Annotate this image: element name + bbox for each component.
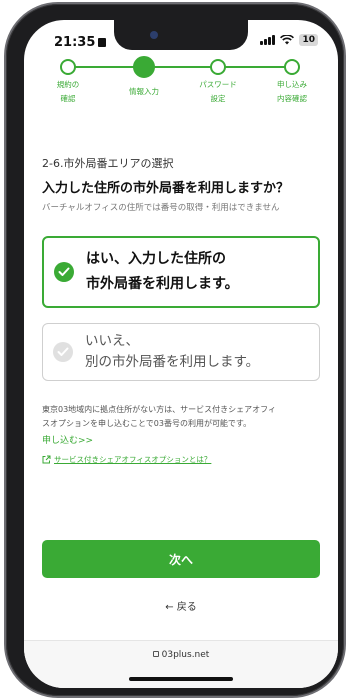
progress-stepper: 規約の 確認 情報入力 パスワード 設定 申し込み 内容確認	[24, 56, 338, 116]
option-2-label: いいえ、 別の市外局番を利用します。	[85, 333, 260, 370]
step-4-label: 申し込み 内容確認	[277, 80, 307, 103]
cellular-signal-icon	[260, 35, 276, 45]
status-icons: 10	[260, 34, 318, 46]
step-1-label: 規約の 確認	[56, 80, 80, 103]
step-1-dot	[60, 59, 76, 75]
question-heading: 入力した住所の市外局番を利用しますか？	[42, 181, 290, 196]
phone-frame: 21:35 10 規約の 確認 情報入力 パスワード 設定 申し込み 内容確認 …	[6, 4, 344, 696]
lock-icon	[152, 651, 159, 657]
step-2-dot-active	[133, 56, 155, 78]
battery-indicator: 10	[299, 34, 318, 46]
step-3-dot	[210, 59, 226, 75]
browser-url-bar[interactable]: 03plus.net	[24, 640, 338, 688]
section-label: 2-6.市外局番エリアの選択	[42, 157, 174, 170]
question-note: バーチャルオフィスの住所では番号の取得・利用はできません	[42, 203, 280, 213]
status-time: 21:35	[54, 35, 107, 50]
info-text: 東京03地域内に拠点住所がない方は、サービス付きシェアオフィ スオプションを申し込…	[42, 405, 277, 428]
wifi-icon	[280, 35, 295, 45]
step-4-dot	[284, 59, 300, 75]
notch	[114, 20, 248, 50]
stepper-line	[68, 66, 298, 68]
sim-card-icon	[98, 38, 107, 47]
option-use-address-area-code[interactable]: はい、入力した住所の 市外局番を利用します。	[42, 236, 320, 308]
option-use-other-area-code[interactable]: いいえ、 別の市外局番を利用します。	[42, 323, 320, 381]
radio-checked-icon	[54, 262, 74, 282]
camera-icon	[150, 31, 158, 39]
radio-unchecked-icon	[53, 342, 73, 362]
external-link-icon	[42, 455, 51, 464]
step-2-label: 情報入力	[129, 87, 159, 96]
share-office-option-link[interactable]: サービス付きシェアオフィスオプションとは？	[42, 454, 211, 465]
url-text: 03plus.net	[24, 650, 338, 660]
option-1-label: はい、入力した住所の 市外局番を利用します。	[86, 251, 239, 292]
home-indicator[interactable]	[129, 677, 233, 681]
back-link[interactable]: ← 戻る	[24, 598, 338, 613]
step-3-label: パスワード 設定	[199, 80, 237, 103]
screen: 21:35 10 規約の 確認 情報入力 パスワード 設定 申し込み 内容確認 …	[24, 20, 338, 688]
next-button[interactable]: 次へ	[42, 540, 320, 578]
apply-link[interactable]: 申し込む>>	[42, 433, 93, 446]
share-office-link-label: サービス付きシェアオフィスオプションとは？	[54, 455, 212, 464]
